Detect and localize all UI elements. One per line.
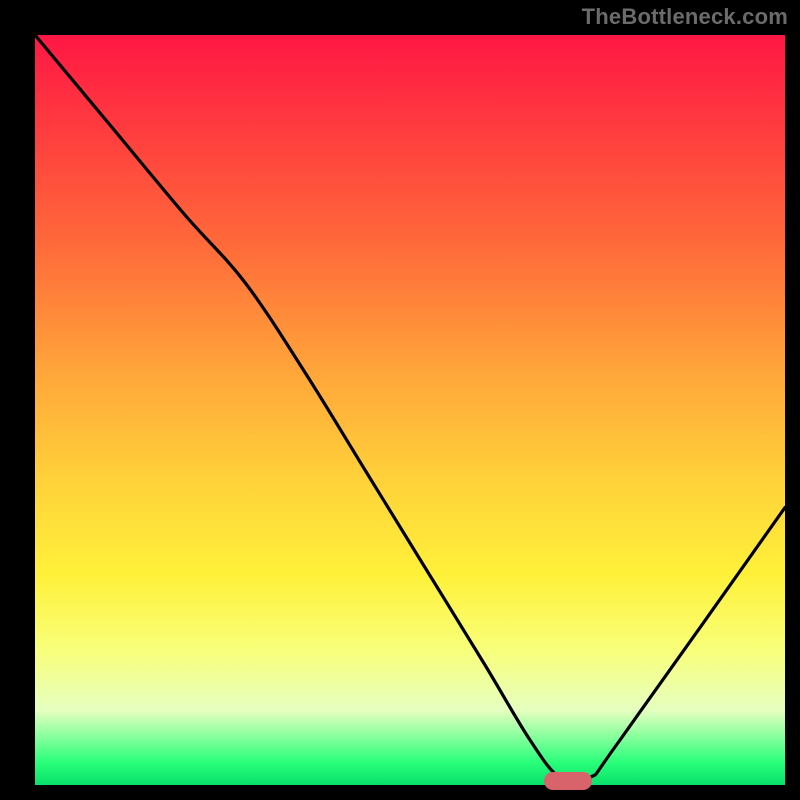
optimal-marker <box>544 772 592 790</box>
chart-frame <box>35 35 785 785</box>
chart-gradient-background <box>35 35 785 785</box>
watermark-text: TheBottleneck.com <box>582 4 788 30</box>
